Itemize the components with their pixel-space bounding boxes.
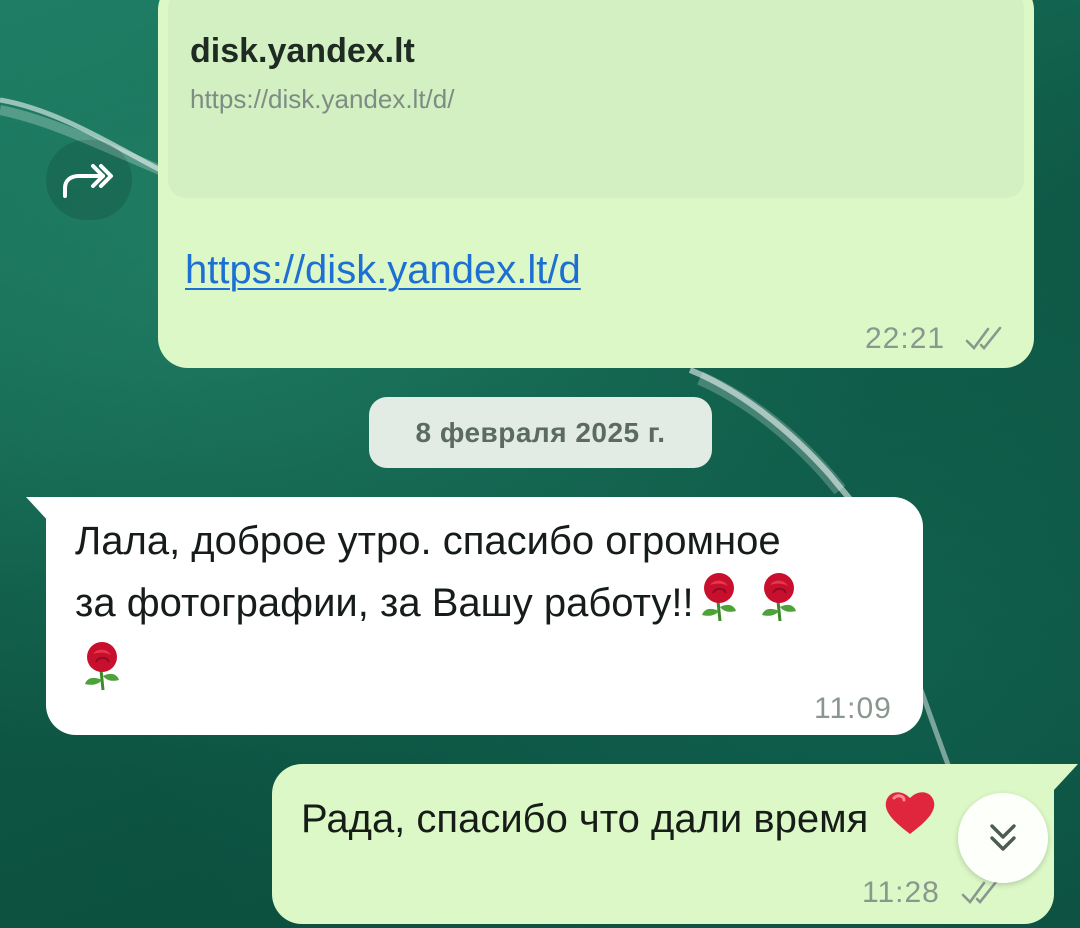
incoming-message-line1: Лала, доброе утро. спасибо огромное — [75, 519, 781, 563]
message-link[interactable]: https://disk.yandex.lt/d — [185, 248, 581, 293]
link-preview-title: disk.yandex.lt — [190, 32, 415, 70]
forward-icon — [63, 164, 113, 198]
incoming-message-line2-wrap: за фотографии, за Вашу работу!! — [75, 571, 885, 640]
heart-icon — [882, 788, 938, 855]
incoming-message-line2: за фотографии, за Вашу работу!! — [75, 581, 694, 626]
date-separator: 8 февраля 2025 г. — [369, 397, 712, 468]
outgoing-message-text-wrap: Рада, спасибо что дали время — [301, 788, 938, 855]
double-check-icon — [961, 880, 998, 904]
message-time: 22:21 — [865, 322, 946, 355]
message-time: 11:09 — [814, 692, 892, 725]
outgoing-bubble-tail — [1054, 764, 1078, 790]
rose-icon — [79, 640, 125, 709]
link-message-bubble[interactable]: disk.yandex.lt https://disk.yandex.lt/d/… — [158, 0, 1034, 368]
rose-icon — [756, 571, 802, 640]
scroll-to-bottom-button[interactable] — [958, 793, 1048, 883]
outgoing-message-text: Рада, спасибо что дали время — [301, 797, 869, 842]
rose-icon — [696, 571, 742, 640]
incoming-message-bubble[interactable]: Лала, доброе утро. спасибо огромное за ф… — [46, 497, 923, 735]
outgoing-message-bubble[interactable]: Рада, спасибо что дали время 11:28 — [272, 764, 1054, 924]
message-time: 11:28 — [862, 876, 940, 909]
double-check-icon — [965, 326, 1002, 350]
chevron-double-down-icon — [990, 824, 1016, 851]
incoming-message-line3 — [75, 640, 885, 709]
incoming-message-text: Лала, доброе утро. спасибо огромное за ф… — [75, 511, 885, 709]
forward-button[interactable] — [46, 140, 132, 220]
link-preview-url: https://disk.yandex.lt/d/ — [190, 84, 455, 114]
